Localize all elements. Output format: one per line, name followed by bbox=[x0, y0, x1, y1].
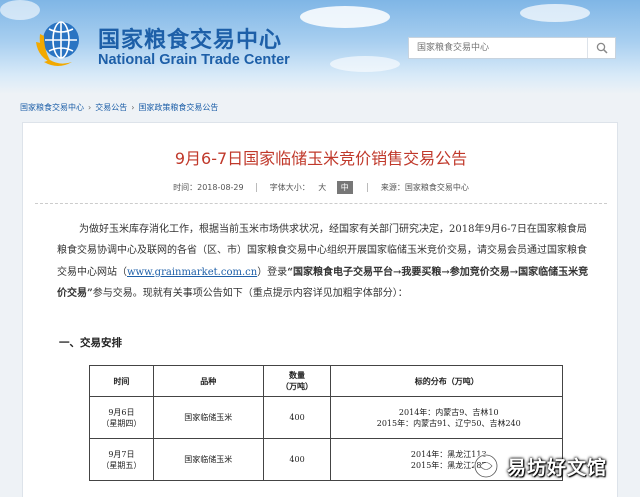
logo-chinese-name[interactable]: 国家粮食交易中心 bbox=[98, 22, 282, 54]
cell-date: 9月6日 （星期四） bbox=[89, 396, 154, 439]
watermark: 易坊好文馆 bbox=[465, 447, 640, 485]
table-header-row: 时间 品种 数量 （万吨） 标的分布（万吨） bbox=[89, 365, 563, 397]
cell-quantity: 400 bbox=[262, 438, 332, 481]
weekday-text: （星期五） bbox=[101, 460, 142, 470]
date-text: 9月6日 bbox=[108, 407, 135, 417]
cell-distribution: 2014年：内蒙古9、吉林10 2015年：内蒙古91、辽宁50、吉林240 bbox=[330, 396, 563, 439]
breadcrumb-home[interactable]: 国家粮食交易中心 bbox=[20, 102, 84, 113]
weekday-text: （星期四） bbox=[101, 418, 142, 428]
font-size-large-button[interactable]: 大 bbox=[314, 181, 330, 194]
article-meta: 时间：2018-08-29 字体大小： 大 中 来源：国家粮食交易中心 bbox=[23, 181, 619, 194]
publish-time: 时间：2018-08-29 bbox=[173, 183, 244, 192]
watermark-text: 易坊好文馆 bbox=[507, 456, 608, 479]
meta-divider-line bbox=[35, 203, 607, 204]
search-box bbox=[408, 37, 616, 59]
header-distribution: 标的分布（万吨） bbox=[330, 365, 563, 397]
search-input[interactable] bbox=[409, 38, 587, 58]
grainmarket-link[interactable]: www.grainmarket.com.cn bbox=[127, 267, 257, 278]
body-text-2: ）登录 bbox=[257, 266, 288, 278]
body-text-3: 参与交易。现就有关事项公告如下（重点提示内容详见加粗字体部分）： bbox=[92, 287, 408, 299]
distribution-line: 2015年：内蒙古91、辽宁50、吉林240 bbox=[376, 418, 521, 428]
grain-globe-logo-icon[interactable] bbox=[30, 16, 86, 72]
cloud-decoration bbox=[520, 4, 590, 22]
article-body: 为做好玉米库存消化工作，根据当前玉米市场供求状况，经国家有关部门研究决定，201… bbox=[57, 219, 593, 304]
watermark-logo-icon bbox=[473, 453, 499, 479]
search-icon bbox=[596, 42, 608, 54]
header-time: 时间 bbox=[89, 365, 154, 397]
meta-divider bbox=[367, 183, 369, 192]
article-panel: 9月6-7日国家临储玉米竞价销售交易公告 时间：2018-08-29 字体大小：… bbox=[22, 122, 618, 497]
breadcrumb-announcements[interactable]: 交易公告 bbox=[95, 102, 127, 113]
cell-variety: 国家临储玉米 bbox=[152, 396, 264, 439]
cloud-decoration bbox=[330, 56, 400, 72]
font-size-label: 字体大小： bbox=[269, 183, 310, 192]
site-header: 国家粮食交易中心 National Grain Trade Center bbox=[0, 0, 640, 94]
article-source: 来源：国家粮食交易中心 bbox=[380, 183, 469, 192]
search-button[interactable] bbox=[587, 38, 615, 58]
table-row: 9月6日 （星期四） 国家临储玉米 400 2014年：内蒙古9、吉林10 2015… bbox=[89, 396, 563, 439]
font-size-medium-button[interactable]: 中 bbox=[336, 181, 353, 194]
breadcrumb-policy-announcements[interactable]: 国家政策粮食交易公告 bbox=[138, 102, 218, 113]
distribution-line: 2014年：内蒙古9、吉林10 bbox=[398, 407, 499, 417]
breadcrumb-separator: › bbox=[131, 102, 135, 112]
date-text: 9月7日 bbox=[108, 449, 135, 459]
cloud-decoration bbox=[300, 6, 390, 28]
breadcrumb: 国家粮食交易中心 › 交易公告 › 国家政策粮食交易公告 bbox=[20, 100, 218, 114]
cell-variety: 国家临储玉米 bbox=[152, 438, 264, 481]
logo-english-name[interactable]: National Grain Trade Center bbox=[98, 52, 290, 68]
cell-date: 9月7日 （星期五） bbox=[89, 438, 154, 481]
meta-divider bbox=[256, 183, 258, 192]
article-title: 9月6-7日国家临储玉米竞价销售交易公告 bbox=[174, 149, 468, 168]
header-variety: 品种 bbox=[152, 365, 264, 397]
header-quantity: 数量 （万吨） bbox=[262, 365, 332, 397]
breadcrumb-separator: › bbox=[88, 102, 92, 112]
section-heading: 一、交易安排 bbox=[59, 337, 122, 349]
cell-quantity: 400 bbox=[262, 396, 332, 439]
